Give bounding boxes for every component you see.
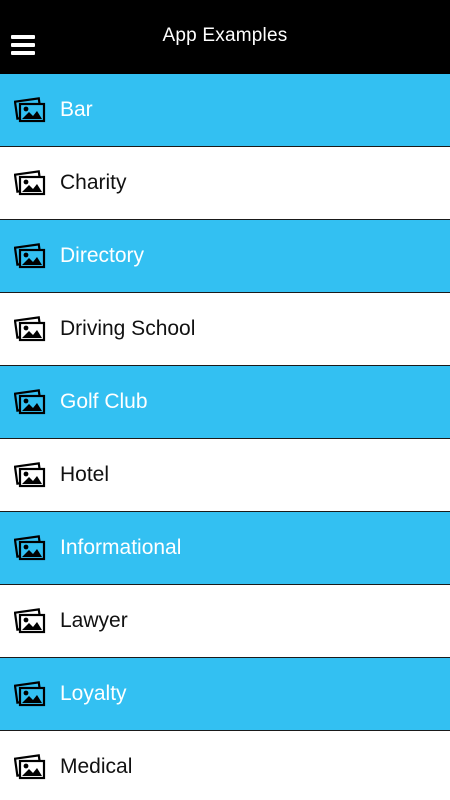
images-icon — [14, 389, 46, 415]
list-item-bar[interactable]: Bar — [0, 74, 450, 147]
app-examples-list: Bar Charity Directory Driving School Golf Cl… — [0, 74, 450, 800]
page-title: App Examples — [162, 25, 288, 46]
list-item-label: Informational — [60, 536, 182, 559]
list-item-label: Directory — [60, 244, 145, 267]
images-icon — [14, 243, 46, 269]
list-item-charity[interactable]: Charity — [0, 147, 450, 220]
images-icon — [14, 462, 46, 488]
images-icon — [14, 754, 46, 780]
menu-line — [11, 51, 35, 55]
list-item-medical[interactable]: Medical — [0, 731, 450, 800]
list-item-driving-school[interactable]: Driving School — [0, 293, 450, 366]
images-icon — [14, 535, 46, 561]
images-icon — [14, 608, 46, 634]
list-item-label: Hotel — [60, 463, 110, 486]
list-item-label: Driving School — [60, 317, 196, 340]
menu-line — [11, 35, 35, 39]
app-screen: App Examples Bar Charity Directory Driving … — [0, 0, 450, 800]
list-item-label: Bar — [60, 98, 93, 121]
images-icon — [14, 97, 46, 123]
images-icon — [14, 316, 46, 342]
list-item-label: Medical — [60, 755, 133, 778]
list-item-label: Golf Club — [60, 390, 148, 413]
list-item-label: Loyalty — [60, 682, 127, 705]
list-item-loyalty[interactable]: Loyalty — [0, 658, 450, 731]
menu-line — [11, 43, 35, 47]
top-bar: App Examples — [0, 0, 450, 74]
list-item-lawyer[interactable]: Lawyer — [0, 585, 450, 658]
images-icon — [14, 170, 46, 196]
list-item-golf-club[interactable]: Golf Club — [0, 366, 450, 439]
list-item-hotel[interactable]: Hotel — [0, 439, 450, 512]
list-item-directory[interactable]: Directory — [0, 220, 450, 293]
hamburger-menu-icon[interactable] — [11, 35, 35, 55]
list-item-label: Charity — [60, 171, 127, 194]
list-item-label: Lawyer — [60, 609, 128, 632]
list-item-informational[interactable]: Informational — [0, 512, 450, 585]
images-icon — [14, 681, 46, 707]
